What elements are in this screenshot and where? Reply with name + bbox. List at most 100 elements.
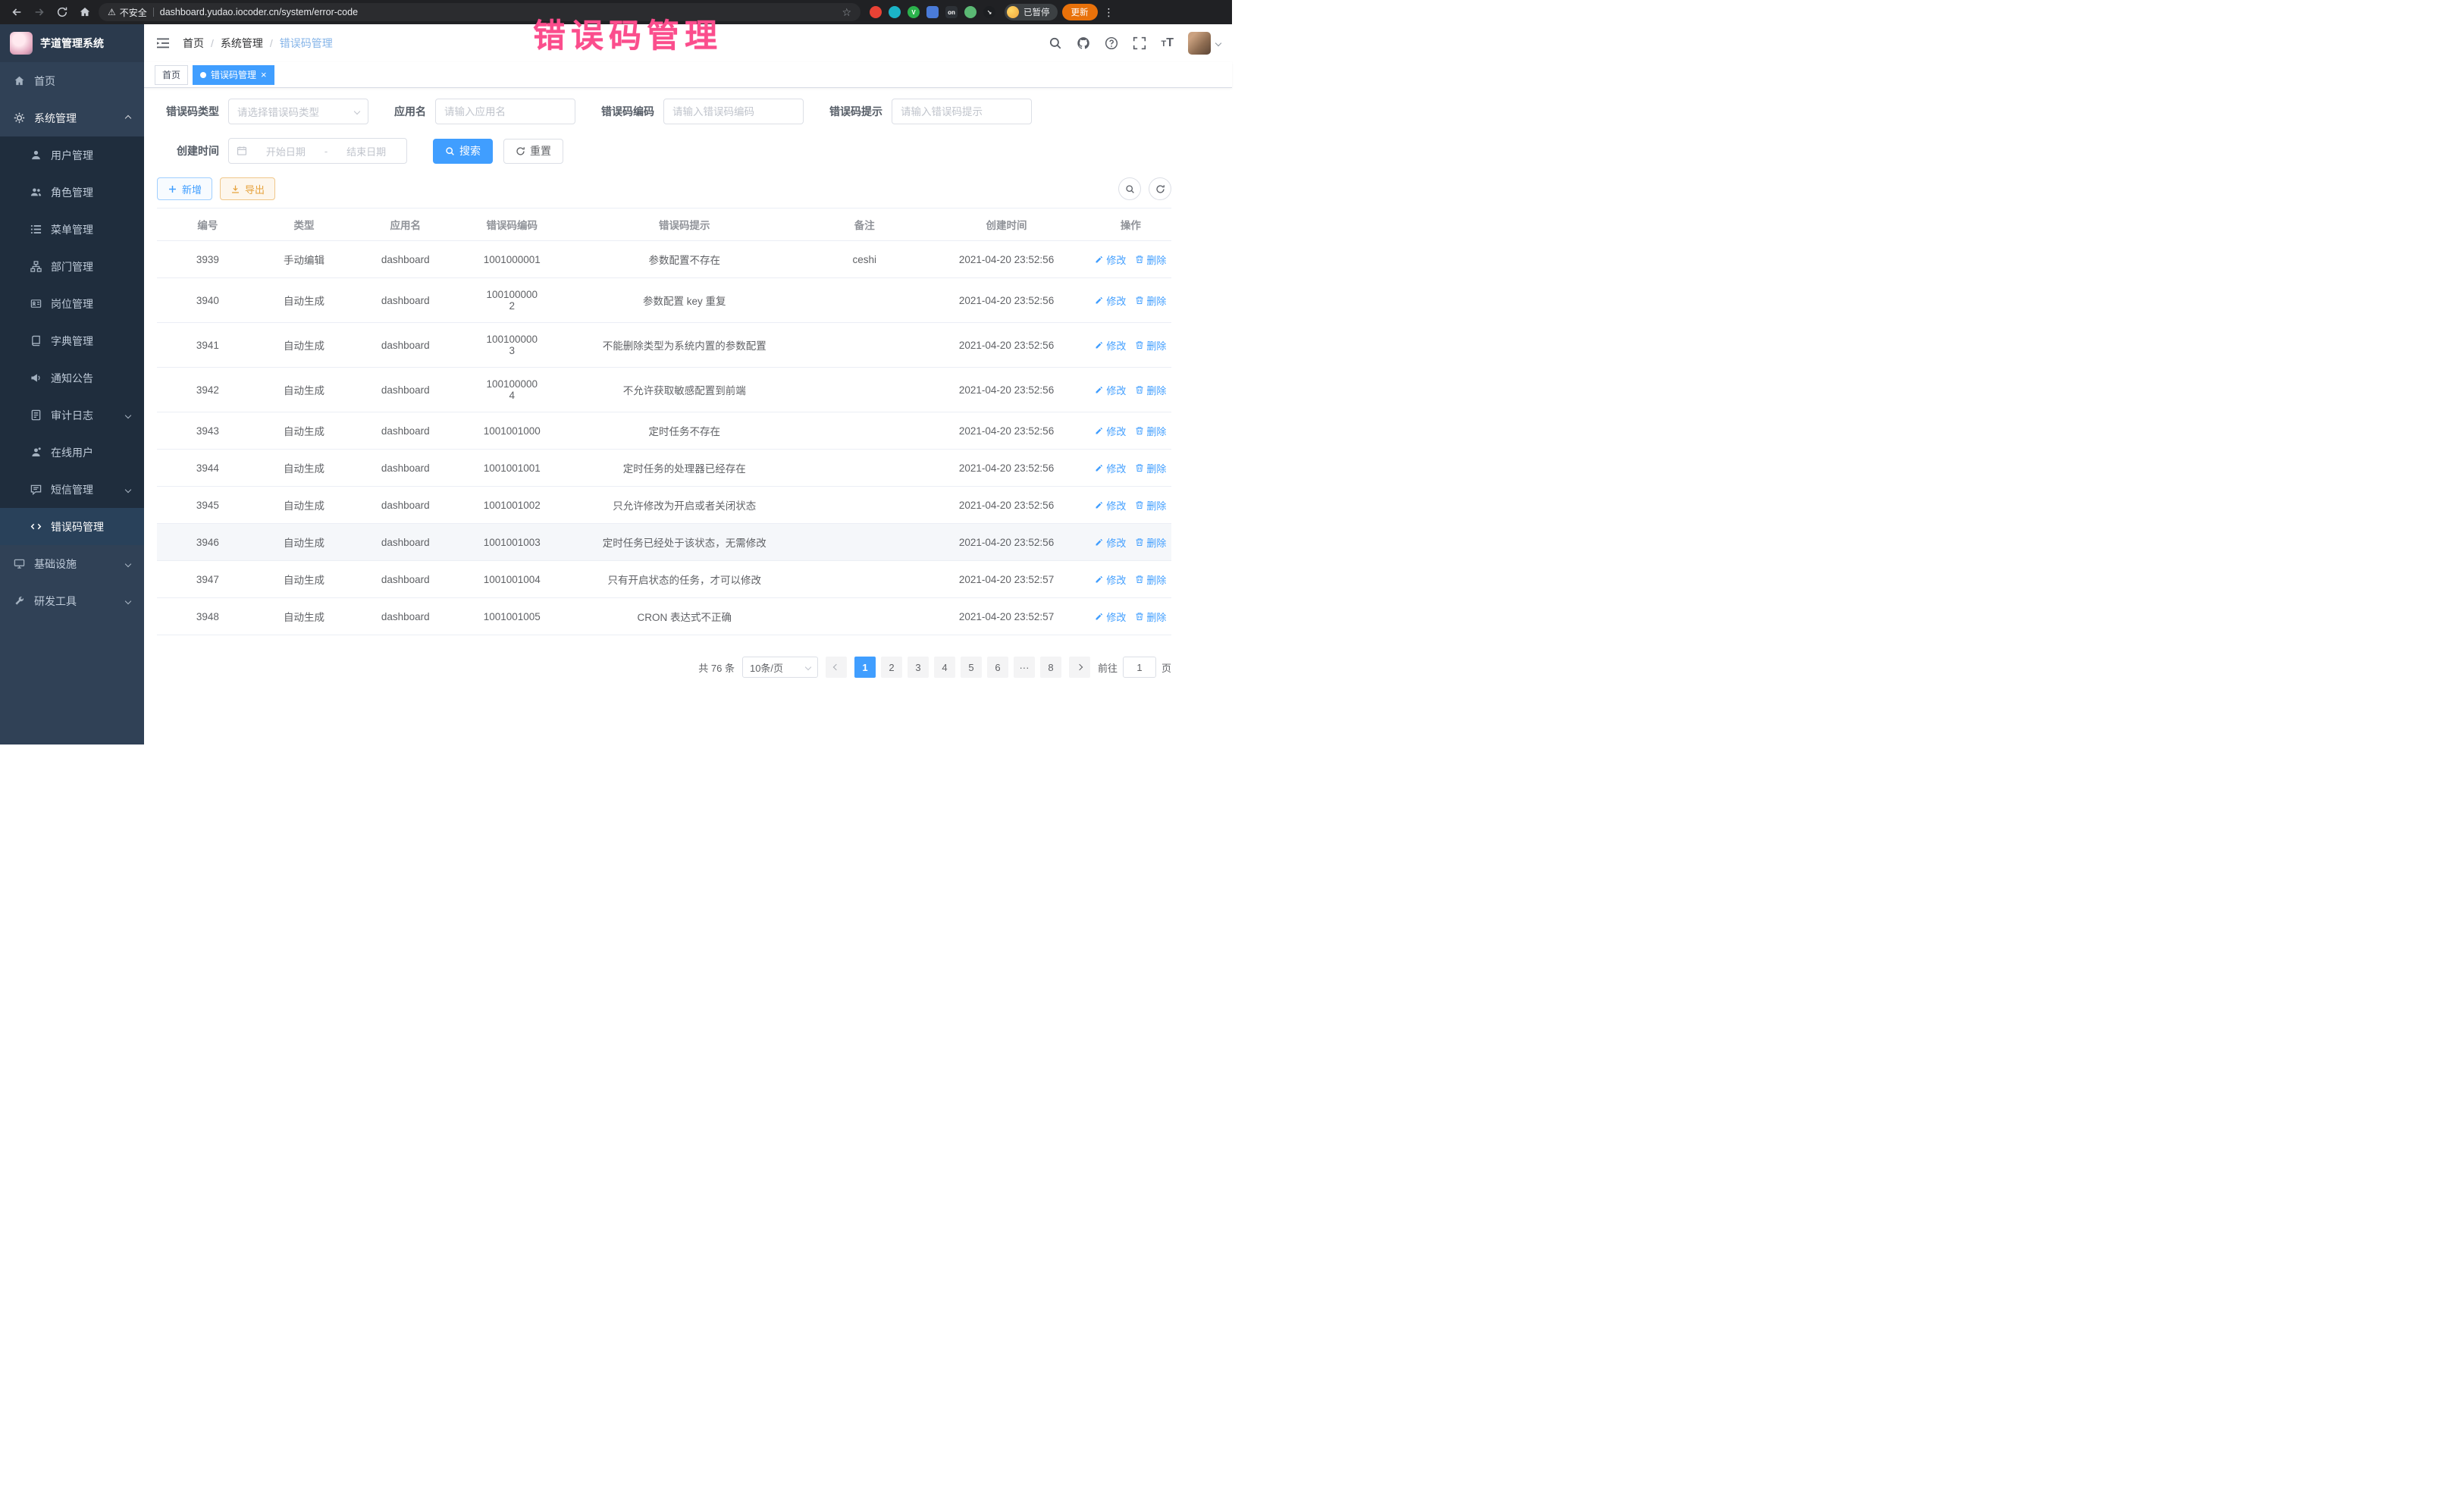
- search-icon[interactable]: [1049, 36, 1062, 50]
- pagination-page-3[interactable]: 3: [908, 657, 929, 678]
- delete-link[interactable]: 删除: [1135, 498, 1166, 513]
- browser-update-button[interactable]: 更新: [1062, 4, 1098, 20]
- delete-link[interactable]: 删除: [1135, 293, 1166, 308]
- edit-link[interactable]: 修改: [1095, 293, 1126, 308]
- pagination-more[interactable]: ···: [1014, 657, 1035, 678]
- fullscreen-icon[interactable]: [1133, 36, 1146, 50]
- refresh-button[interactable]: [1149, 177, 1171, 200]
- filter-label: 错误码提示: [829, 104, 882, 119]
- pagination-page-4[interactable]: 4: [934, 657, 955, 678]
- edit-link[interactable]: 修改: [1095, 461, 1126, 475]
- sidebar-item-system[interactable]: 系统管理: [0, 99, 144, 136]
- breadcrumb-system[interactable]: 系统管理: [221, 36, 263, 51]
- pagination-page-1[interactable]: 1: [854, 657, 876, 678]
- sidebar-item-dept[interactable]: 部门管理: [0, 248, 144, 285]
- page-size-select[interactable]: 10条/页: [742, 657, 818, 678]
- pagination-page-2[interactable]: 2: [881, 657, 902, 678]
- pagination-page-8[interactable]: 8: [1040, 657, 1061, 678]
- reset-button[interactable]: 重置: [503, 139, 563, 164]
- extension-on-badge-icon[interactable]: on: [945, 6, 958, 18]
- error-type-select[interactable]: 请选择错误码类型: [228, 99, 368, 124]
- extension-red-icon[interactable]: [870, 6, 882, 18]
- extension-teal-icon[interactable]: [889, 6, 901, 18]
- sidebar-item-user[interactable]: 用户管理: [0, 136, 144, 174]
- sidebar-item-home[interactable]: 首页: [0, 62, 144, 99]
- sidebar-toggle-icon[interactable]: [155, 36, 171, 51]
- breadcrumb-home[interactable]: 首页: [183, 36, 204, 51]
- edit-link[interactable]: 修改: [1095, 424, 1126, 438]
- browser-forward-icon[interactable]: [30, 3, 49, 21]
- filter-label: 应用名: [394, 104, 426, 119]
- delete-link[interactable]: 删除: [1135, 535, 1166, 550]
- sidebar-menu: 首页系统管理用户管理角色管理菜单管理部门管理岗位管理字典管理通知公告审计日志在线…: [0, 62, 144, 744]
- table-row: 3946自动生成dashboard1001001003定时任务已经处于该状态，无…: [157, 524, 1171, 561]
- delete-link[interactable]: 删除: [1135, 572, 1166, 587]
- goto-page-input[interactable]: [1123, 657, 1156, 678]
- sidebar-item-error-code[interactable]: 错误码管理: [0, 508, 144, 545]
- browser-back-icon[interactable]: [8, 3, 26, 21]
- toggle-search-button[interactable]: [1118, 177, 1141, 200]
- filter-app-name: 应用名: [394, 99, 575, 124]
- security-chip[interactable]: ⚠ 不安全: [108, 6, 147, 19]
- pagination-page-6[interactable]: 6: [987, 657, 1008, 678]
- user-menu[interactable]: [1188, 32, 1221, 55]
- delete-link[interactable]: 删除: [1135, 461, 1166, 475]
- search-button[interactable]: 搜索: [433, 139, 493, 164]
- date-range-picker[interactable]: 开始日期 - 结束日期: [228, 138, 407, 164]
- address-bar[interactable]: ⚠ 不安全 dashboard.yudao.iocoder.cn/system/…: [99, 3, 861, 21]
- divider: [153, 8, 154, 17]
- tag-home[interactable]: 首页: [155, 65, 188, 85]
- edit-link[interactable]: 修改: [1095, 498, 1126, 513]
- tags-view: 首页 错误码管理 ×: [144, 62, 1232, 88]
- edit-link[interactable]: 修改: [1095, 252, 1126, 267]
- delete-link[interactable]: 删除: [1135, 610, 1166, 624]
- extension-pin-icon[interactable]: ↘: [983, 6, 995, 18]
- prev-page-button[interactable]: [826, 657, 847, 678]
- browser-reload-icon[interactable]: [53, 3, 71, 21]
- sidebar-item-infra[interactable]: 基础设施: [0, 545, 144, 582]
- edit-link[interactable]: 修改: [1095, 572, 1126, 587]
- edit-link[interactable]: 修改: [1095, 383, 1126, 397]
- sidebar-item-sms[interactable]: 短信管理: [0, 471, 144, 508]
- table-row: 3945自动生成dashboard1001001002只允许修改为开启或者关闭状…: [157, 487, 1171, 524]
- sidebar-item-dict[interactable]: 字典管理: [0, 322, 144, 359]
- pagination-page-5[interactable]: 5: [961, 657, 982, 678]
- delete-link[interactable]: 删除: [1135, 424, 1166, 438]
- edit-link[interactable]: 修改: [1095, 535, 1126, 550]
- close-icon[interactable]: ×: [261, 70, 267, 80]
- extension-green-v-icon[interactable]: V: [908, 6, 920, 18]
- delete-link[interactable]: 删除: [1135, 252, 1166, 267]
- extension-grid-icon[interactable]: [926, 6, 939, 18]
- add-button[interactable]: 新增: [157, 177, 212, 200]
- sidebar-item-post[interactable]: 岗位管理: [0, 285, 144, 322]
- export-button[interactable]: 导出: [220, 177, 275, 200]
- app-name-input[interactable]: [435, 99, 575, 124]
- cell-type: 自动生成: [259, 487, 350, 523]
- announcement-icon: [30, 372, 42, 384]
- error-message-input[interactable]: [892, 99, 1032, 124]
- edit-link[interactable]: 修改: [1095, 610, 1126, 624]
- tag-error-code[interactable]: 错误码管理 ×: [193, 65, 274, 85]
- delete-link[interactable]: 删除: [1135, 383, 1166, 397]
- browser-home-icon[interactable]: [76, 3, 94, 21]
- delete-link[interactable]: 删除: [1135, 338, 1166, 353]
- font-size-icon[interactable]: TT: [1161, 36, 1174, 50]
- cell-code: 1001001002: [461, 489, 563, 522]
- next-page-button[interactable]: [1069, 657, 1090, 678]
- sidebar-item-notice[interactable]: 通知公告: [0, 359, 144, 397]
- error-code-input[interactable]: [663, 99, 804, 124]
- sidebar-logo[interactable]: 芋道管理系统: [0, 24, 144, 62]
- cell-type: 自动生成: [259, 371, 350, 408]
- profile-chip[interactable]: 已暂停: [1005, 4, 1058, 20]
- help-icon[interactable]: [1105, 36, 1118, 50]
- sidebar-item-audit-log[interactable]: 审计日志: [0, 397, 144, 434]
- extension-leaf-icon[interactable]: [964, 6, 977, 18]
- sidebar-item-dev-tools[interactable]: 研发工具: [0, 582, 144, 619]
- bookmark-star-icon[interactable]: ☆: [842, 6, 851, 19]
- sidebar-item-online-user[interactable]: 在线用户: [0, 434, 144, 471]
- sidebar-item-menu[interactable]: 菜单管理: [0, 211, 144, 248]
- browser-menu-icon[interactable]: ⋮: [1104, 6, 1114, 19]
- edit-link[interactable]: 修改: [1095, 338, 1126, 353]
- sidebar-item-role[interactable]: 角色管理: [0, 174, 144, 211]
- github-icon[interactable]: [1077, 36, 1090, 50]
